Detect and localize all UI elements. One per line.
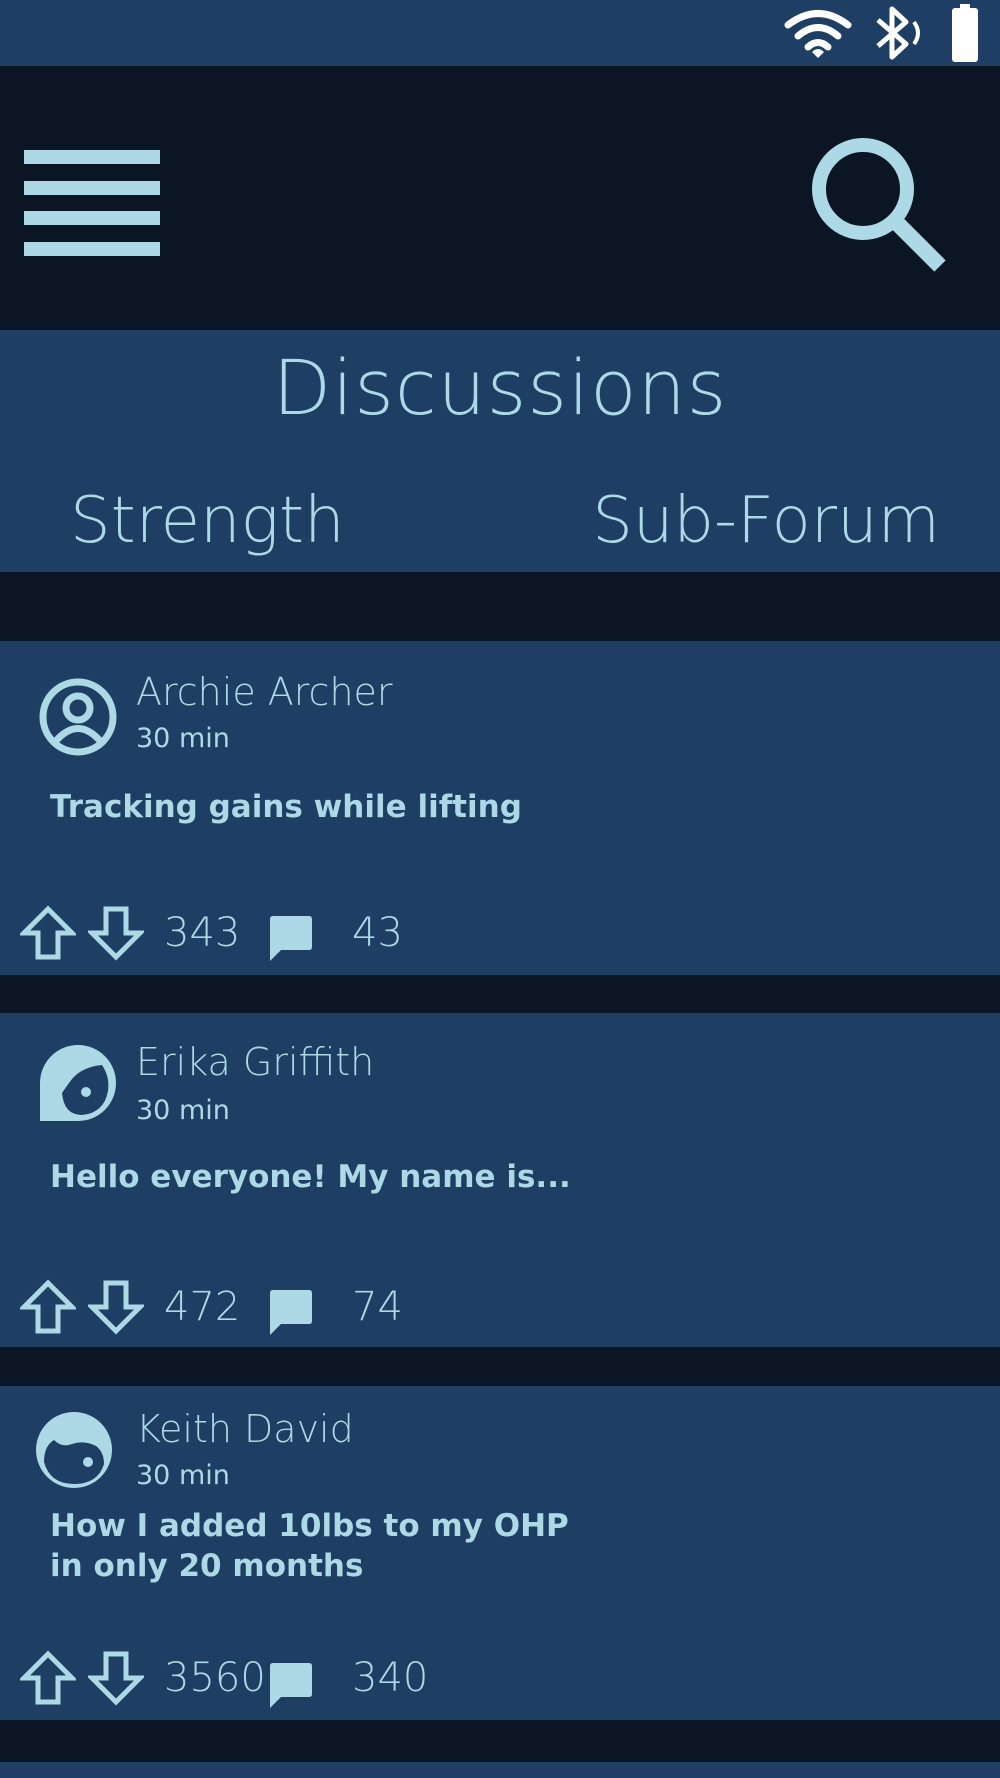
post-author[interactable]: Erika Griffith <box>136 1039 374 1085</box>
forum-name: Strength <box>70 484 345 558</box>
vote-count: 3560 <box>164 1655 266 1701</box>
comment-count: 74 <box>352 1284 403 1330</box>
post-card[interactable]: Archie Archer 30 min Tracking gains whil… <box>0 641 1000 975</box>
post-time: 30 min <box>136 1095 230 1126</box>
post-title[interactable]: How I added 10lbs to my OHP in only 20 m… <box>50 1506 610 1586</box>
comment-count: 340 <box>352 1655 429 1701</box>
post-card[interactable]: Keith David 30 min How I added 10lbs to … <box>0 1386 1000 1720</box>
page-title: Discussions <box>272 343 728 432</box>
post-title[interactable]: Hello everyone! My name is... <box>50 1157 610 1197</box>
downvote-icon[interactable] <box>88 1279 144 1335</box>
wifi-icon <box>784 10 852 58</box>
comment-count: 43 <box>352 910 403 956</box>
upvote-icon[interactable] <box>20 1650 76 1706</box>
menu-icon[interactable] <box>24 150 160 258</box>
downvote-icon[interactable] <box>88 905 144 961</box>
comment-icon[interactable] <box>266 1660 316 1710</box>
comment-icon[interactable] <box>266 1287 316 1337</box>
upvote-icon[interactable] <box>20 905 76 961</box>
person-circle-icon <box>39 678 117 756</box>
comment-icon[interactable] <box>266 913 316 963</box>
vote-count: 343 <box>164 910 241 956</box>
post-author[interactable]: Archie Archer <box>136 669 393 715</box>
battery-icon <box>952 4 978 62</box>
upvote-icon[interactable] <box>20 1279 76 1335</box>
app-bar <box>0 66 1000 330</box>
status-bar <box>0 0 1000 66</box>
forum-type: Sub-Forum <box>592 484 940 558</box>
search-icon[interactable] <box>806 132 946 272</box>
next-card-edge <box>0 1762 1000 1778</box>
vote-count: 472 <box>164 1284 241 1330</box>
face-woman-icon <box>40 1045 116 1121</box>
post-time: 30 min <box>136 723 230 754</box>
face-man-icon <box>36 1412 112 1488</box>
post-author[interactable]: Keith David <box>136 1406 354 1452</box>
post-time: 30 min <box>136 1460 230 1491</box>
downvote-icon[interactable] <box>88 1650 144 1706</box>
post-card[interactable]: Erika Griffith 30 min Hello everyone! My… <box>0 1013 1000 1347</box>
bluetooth-icon <box>876 6 920 60</box>
post-title[interactable]: Tracking gains while lifting <box>50 787 610 827</box>
